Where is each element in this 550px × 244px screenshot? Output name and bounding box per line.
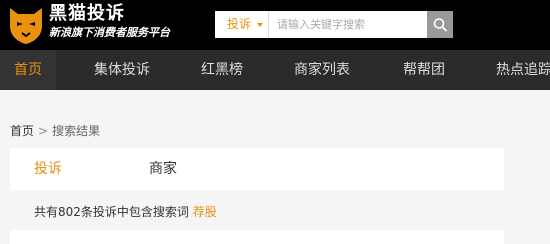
- nav-item-hot-tracking[interactable]: 热点追踪: [496, 50, 550, 90]
- nav-item-home[interactable]: 首页: [0, 50, 56, 90]
- tab-merchants[interactable]: 商家: [149, 148, 177, 190]
- search-icon: [433, 18, 447, 32]
- cat-logo-icon[interactable]: [7, 4, 45, 44]
- nav-item-merchant-list[interactable]: 商家列表: [294, 50, 350, 90]
- result-count-text: 共有802条投诉中包含搜索词: [34, 205, 189, 219]
- search-type-dropdown[interactable]: 投诉: [215, 11, 269, 38]
- nav-item-collective-complaints[interactable]: 集体投诉: [94, 50, 150, 90]
- result-tabs: 投诉 商家: [10, 148, 504, 190]
- chevron-down-icon: [257, 23, 263, 27]
- search-type-label: 投诉: [227, 17, 252, 31]
- tab-complaints[interactable]: 投诉: [34, 148, 62, 190]
- nav-item-help-group[interactable]: 帮帮团: [403, 50, 445, 90]
- top-header: 黑猫投诉 新浪旗下消费者服务平台 投诉: [0, 0, 550, 50]
- breadcrumb-home[interactable]: 首页: [10, 124, 34, 138]
- breadcrumb: 首页 > 搜索结果: [10, 122, 100, 139]
- logo-title[interactable]: 黑猫投诉: [49, 3, 125, 25]
- search-button[interactable]: [427, 11, 453, 38]
- search-input[interactable]: [271, 11, 426, 38]
- main-nav: 首页 集体投诉 红黑榜 商家列表 帮帮团 热点追踪: [0, 50, 550, 90]
- search-bar: 投诉: [215, 11, 453, 38]
- breadcrumb-separator: >: [38, 124, 49, 138]
- breadcrumb-current: 搜索结果: [52, 124, 101, 138]
- logo-subtitle: 新浪旗下消费者服务平台: [49, 26, 170, 39]
- nav-item-red-black-list[interactable]: 红黑榜: [201, 50, 243, 90]
- result-keyword: 荐股: [192, 205, 217, 219]
- results-list-panel: [10, 230, 504, 244]
- result-summary: 共有802条投诉中包含搜索词 荐股: [34, 203, 217, 220]
